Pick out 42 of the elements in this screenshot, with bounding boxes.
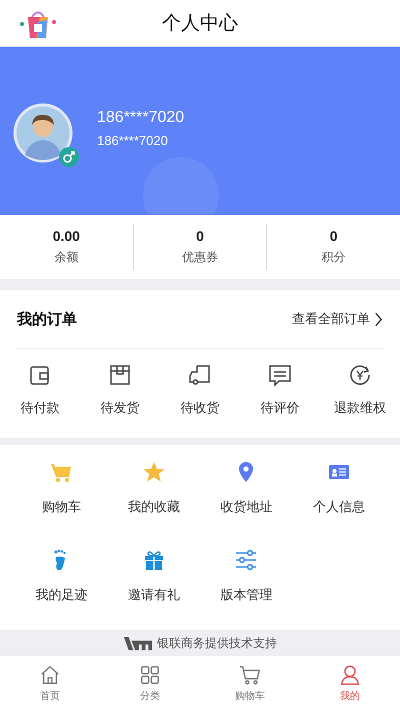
service-button[interactable]: 收货地址 bbox=[200, 460, 292, 516]
box-icon bbox=[108, 363, 132, 387]
grid-icon bbox=[139, 664, 161, 686]
nav-tab[interactable]: 分类 bbox=[100, 656, 200, 710]
support-text: 银联商务提供技术支持 bbox=[157, 634, 277, 652]
order-status-button[interactable]: 退款维权 bbox=[323, 363, 397, 417]
stat-value: 0 bbox=[330, 228, 338, 244]
view-all-link[interactable]: 查看全部订单 bbox=[292, 310, 383, 328]
order-status-button[interactable]: 待付款 bbox=[3, 363, 77, 417]
stat-label: 余额 bbox=[54, 249, 78, 266]
stat-label: 积分 bbox=[322, 249, 346, 266]
service-button[interactable]: 购物车 bbox=[15, 460, 108, 516]
service-button[interactable]: 版本管理 bbox=[200, 548, 292, 604]
nav-tab[interactable]: 购物车 bbox=[200, 656, 300, 710]
service-button[interactable]: 个人信息 bbox=[292, 460, 385, 516]
chevron-right-icon bbox=[374, 312, 383, 326]
refund-icon bbox=[348, 363, 372, 387]
service-button[interactable]: 我的收藏 bbox=[108, 460, 200, 516]
user-icon bbox=[339, 664, 361, 686]
nav-tab[interactable]: 我的 bbox=[300, 656, 400, 710]
service-button[interactable]: 邀请有礼 bbox=[108, 548, 200, 604]
stat-value: 0.00 bbox=[52, 228, 80, 244]
order-status-button[interactable]: 待评价 bbox=[243, 363, 317, 417]
nav-tab[interactable]: 首页 bbox=[0, 656, 100, 710]
order-status-button[interactable]: 待发货 bbox=[83, 363, 157, 417]
truck-icon bbox=[188, 363, 212, 387]
stat-value: 0 bbox=[196, 228, 204, 244]
user-name: 186****7020 bbox=[97, 108, 184, 126]
star-icon bbox=[142, 460, 166, 484]
male-icon bbox=[59, 147, 79, 167]
page-title: 个人中心 bbox=[162, 11, 238, 36]
service-button[interactable]: 我的足迹 bbox=[15, 548, 108, 604]
comment-icon bbox=[268, 363, 292, 387]
section-title: 我的订单 bbox=[17, 310, 77, 328]
home-icon bbox=[39, 664, 61, 686]
stat-label: 优惠券 bbox=[182, 249, 218, 266]
order-status-button[interactable]: 待收货 bbox=[163, 363, 237, 417]
sliders-icon bbox=[234, 548, 258, 572]
user-account: 186****7020 bbox=[97, 132, 169, 148]
cart-icon bbox=[239, 664, 261, 686]
company-logo bbox=[123, 636, 153, 650]
avatar-icon bbox=[13, 103, 73, 163]
